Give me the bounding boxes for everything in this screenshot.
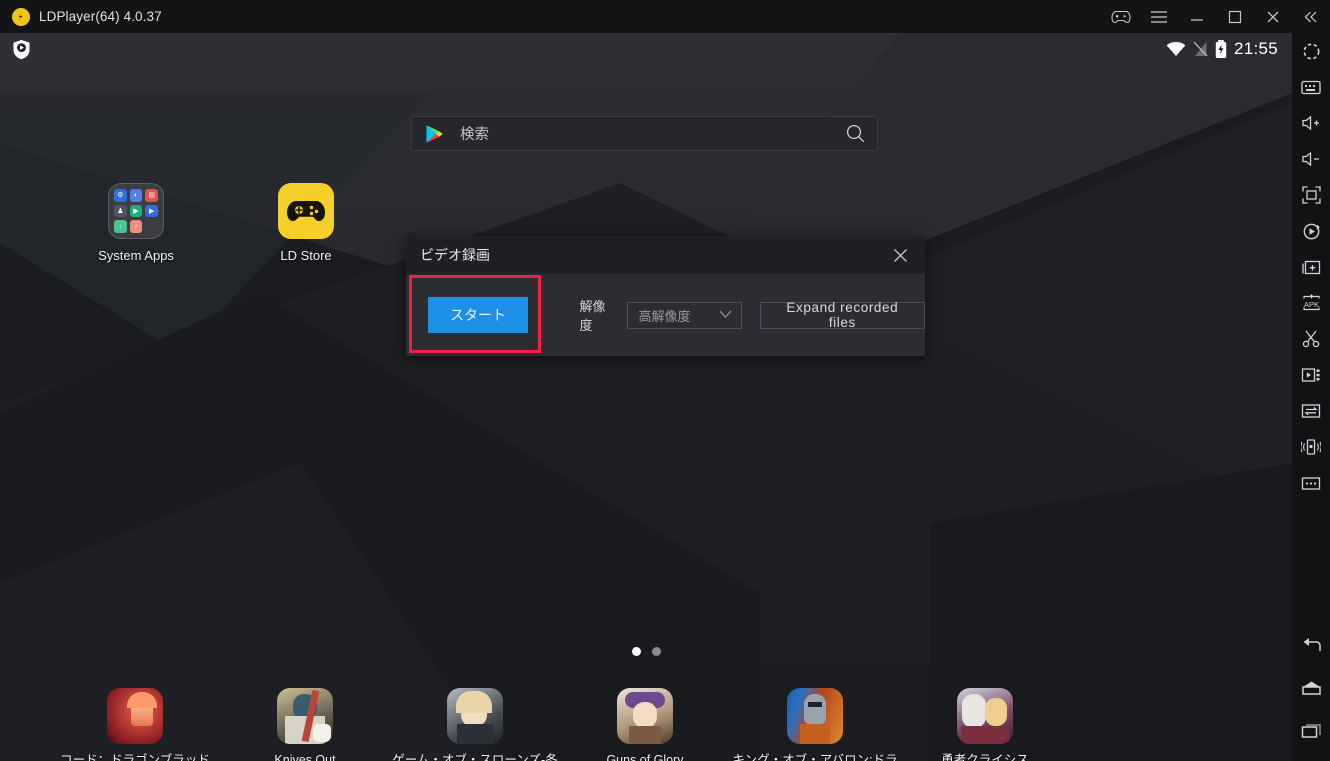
window-controls [1102,0,1330,33]
window-title-bar: LDPlayer(64) 4.0.37 [0,0,1330,33]
dock-item-knives-out[interactable]: Knives Out [220,688,390,761]
dialog-title: ビデオ録画 [420,247,490,263]
dock-item-yusha-crisis[interactable]: 勇者クライシス [900,688,1070,761]
dock-item-king-of-avalon[interactable]: キング・オブ・アバロン:ドラゴン戦略戦争(KoA) [730,688,900,761]
menu-icon[interactable] [1140,0,1178,33]
multi-instance-icon[interactable] [1292,249,1330,285]
start-recording-button[interactable]: スタート [428,297,528,333]
play-search-bar[interactable]: 検索 [411,116,878,151]
file-transfer-icon[interactable] [1292,393,1330,429]
ldplayer-window: LDPlayer(64) 4.0.37 21:55 検索 ⚙ ◐ ▤ ♟ ▶ ▶… [0,0,1330,761]
close-icon[interactable] [1254,0,1292,33]
shield-play-icon [13,39,30,59]
gamepad-icon[interactable] [1102,0,1140,33]
emulator-screen[interactable]: 21:55 検索 ⚙ ◐ ▤ ♟ ▶ ▶ ↓ ♪ System Apps LD … [0,33,1292,761]
king-of-avalon-icon [787,688,843,744]
video-record-icon[interactable] [1292,357,1330,393]
ldplayer-logo-icon [12,7,30,26]
knives-out-icon [277,688,333,744]
signal-off-icon [1193,41,1208,57]
volume-down-icon[interactable] [1292,141,1330,177]
google-play-icon [426,124,443,143]
desktop-icon-ld-store[interactable]: LD Store [236,183,376,264]
minimize-icon[interactable] [1178,0,1216,33]
close-icon[interactable] [883,236,917,274]
code-dragon-blood-icon [107,688,163,744]
install-apk-icon[interactable]: APK [1292,285,1330,321]
shake-icon[interactable] [1292,429,1330,465]
recent-apps-icon[interactable] [1292,713,1330,749]
dialog-body: スタート 解像度 高解像度 Expand recorded files [406,274,926,356]
dock-item-game-of-thrones[interactable]: ゲーム・オブ・スローンズ-冬来たる [390,688,560,761]
chevron-down-icon [719,310,732,318]
dock-item-label: Knives Out [274,753,336,761]
page-dot[interactable] [651,647,661,656]
keyboard-icon[interactable] [1292,69,1330,105]
collapse-sidebar-icon[interactable] [1292,0,1330,33]
resolution-select[interactable]: 高解像度 [627,301,742,329]
emulator-toolbar: APK [1292,33,1330,761]
screenshot-icon[interactable] [1292,177,1330,213]
svg-text:APK: APK [1303,300,1318,309]
game-of-thrones-icon [447,688,503,744]
maximize-icon[interactable] [1216,0,1254,33]
ld-store-icon [278,183,334,239]
app-dock: コード：ドラゴンブラッド Knives Out ゲーム・オブ・スローンズ-冬来た… [0,688,1292,761]
system-apps-folder-icon: ⚙ ◐ ▤ ♟ ▶ ▶ ↓ ♪ [108,183,164,239]
search-icon[interactable] [846,124,865,143]
video-recording-dialog: ビデオ録画 スタート 解像度 高解像度 Expand recorded file… [406,236,926,356]
expand-recorded-files-button[interactable]: Expand recorded files [759,300,926,330]
dialog-header: ビデオ録画 [406,236,925,274]
scissors-icon[interactable] [1292,321,1330,357]
battery-charging-icon [1215,40,1227,58]
desktop-icon-label: LD Store [280,248,332,263]
android-status-bar: 21:55 [0,33,1292,65]
wifi-icon [1166,41,1186,56]
back-icon[interactable] [1292,627,1330,663]
page-indicator [0,647,1292,656]
resolution-value: 高解像度 [638,308,691,324]
desktop-icon-system-apps[interactable]: ⚙ ◐ ▤ ♟ ▶ ▶ ↓ ♪ System Apps [66,183,206,264]
dock-item-guns-of-glory[interactable]: Guns of Glory [560,688,730,761]
dock-item-code-dragon-blood[interactable]: コード：ドラゴンブラッド [50,688,220,761]
dock-item-label: Guns of Glory [606,753,684,761]
guns-of-glory-icon [617,688,673,744]
volume-up-icon[interactable] [1292,105,1330,141]
search-input[interactable]: 検索 [460,123,489,144]
status-indicators: 21:55 [1166,39,1278,59]
dock-item-label: 勇者クライシス [941,753,1029,761]
dock-item-label: コード：ドラゴンブラッド [60,753,210,761]
desktop-icon-label: System Apps [98,248,174,263]
resolution-label: 解像度 [579,299,606,333]
dock-item-label: ゲーム・オブ・スローンズ-冬来たる [392,753,558,761]
fullscreen-rotate-icon[interactable] [1292,33,1330,69]
window-title: LDPlayer(64) 4.0.37 [39,9,162,24]
yusha-crisis-icon [957,688,1013,744]
more-options-icon[interactable] [1292,465,1330,501]
home-icon[interactable] [1292,670,1330,706]
rotate-screen-icon[interactable] [1292,213,1330,249]
dock-item-label: キング・オブ・アバロン:ドラゴン戦略戦争(KoA) [732,753,898,761]
status-clock: 21:55 [1233,39,1278,58]
page-dot-active[interactable] [631,647,641,656]
